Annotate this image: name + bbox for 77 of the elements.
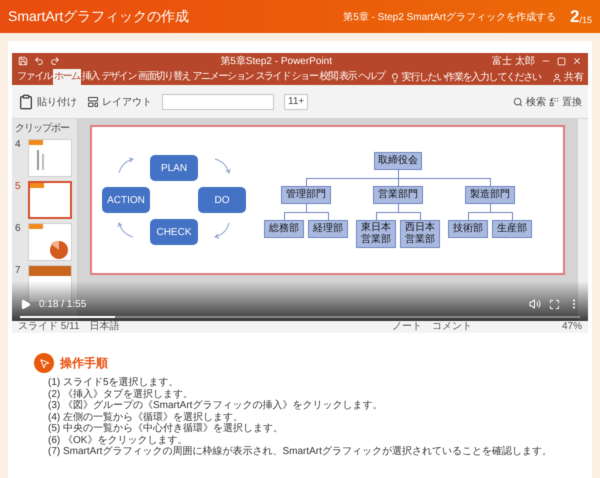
org-chart-node: 技術部 — [448, 220, 488, 238]
cycle-node: CHECK — [150, 219, 198, 245]
step-text: (2) 《挿入》タブを選択します。 — [47, 388, 194, 400]
search-button[interactable]: 検索 — [526, 94, 546, 108]
step-text: (3) 《図》グループの《SmartArtグラフィックの挿入》をクリックします。 — [47, 400, 384, 412]
org-chart-node: 東日本営業部 — [356, 220, 396, 248]
notes-button[interactable]: ノート — [392, 321, 422, 333]
ribbon-tab[interactable]: デザイン — [100, 69, 138, 85]
step-text: (1) スライド5を選択します。 — [47, 377, 180, 388]
fullscreen-icon[interactable] — [549, 298, 560, 310]
video-time: 0:18 / 1:55 — [39, 298, 86, 310]
user-name: 富士 太郎 — [492, 54, 535, 68]
slide-counter: スライド 5/11 — [18, 321, 80, 333]
layout-icon[interactable] — [87, 96, 99, 108]
org-chart-node: 管理部門 — [281, 186, 331, 204]
pointer-icon — [34, 353, 54, 373]
step-text: (7) SmartArtグラフィックの周囲に枠線が表示され、SmartArtグラフィックが選択されていることを確認します。 — [47, 446, 553, 458]
slide-number: 4 — [15, 139, 22, 150]
org-chart-node: 経理部 — [308, 220, 348, 238]
step-text: (5) 中央の一覧から《中心付き循環》を選択します。 — [47, 423, 284, 434]
save-icon[interactable] — [18, 56, 28, 66]
search-icon[interactable] — [513, 96, 523, 106]
ribbon-tab[interactable]: 画面切り替え — [137, 69, 192, 85]
lightbulb-icon — [390, 73, 400, 83]
ribbon-tab[interactable]: ホーム — [52, 69, 81, 85]
slide-number: 5 — [15, 181, 22, 192]
maximize-icon[interactable] — [557, 56, 566, 66]
font-size-field[interactable]: 11+ — [284, 94, 308, 110]
clipboard-icon[interactable] — [18, 94, 34, 110]
zoom-level: 47% — [562, 321, 582, 333]
org-chart-node: 生産部 — [492, 220, 532, 238]
layout-button[interactable]: レイアウト — [102, 94, 152, 108]
font-name-field[interactable] — [162, 94, 274, 110]
org-chart-node: 西日本営業部 — [400, 220, 440, 248]
language-label: 日本語 — [90, 321, 120, 333]
org-chart-node: 営業部門 — [373, 186, 423, 204]
page-title: SmartArtグラフィックの作成 — [8, 8, 190, 26]
slide-number: 6 — [15, 223, 22, 234]
paste-button[interactable]: 貼り付け — [37, 94, 77, 108]
play-icon[interactable] — [20, 298, 31, 310]
ribbon-tab[interactable]: スライド ショー — [254, 69, 319, 85]
org-chart-node: 取締役会 — [374, 152, 422, 170]
tell-me-field[interactable]: 実行したい作業を入力してください — [402, 71, 541, 85]
volume-icon[interactable] — [529, 298, 541, 310]
ribbon-tab[interactable]: 表示 — [338, 69, 358, 85]
redo-icon[interactable] — [50, 56, 60, 66]
window-title: 第5章Step2 - PowerPoint — [220, 54, 332, 68]
section-heading: 操作手順 — [60, 354, 108, 372]
ribbon-tab[interactable]: 校閲 — [318, 69, 338, 85]
cycle-arrow-icon — [116, 220, 136, 240]
ribbon-tab[interactable]: アニメーション — [191, 69, 254, 85]
ribbon-tab[interactable]: 挿入 — [80, 69, 100, 85]
org-chart-node: 製造部門 — [465, 186, 515, 204]
slide-number: 7 — [15, 265, 22, 276]
share-button[interactable]: 共有 — [564, 71, 584, 85]
scrollbar[interactable] — [577, 119, 588, 321]
slide-thumbnail[interactable] — [28, 181, 72, 219]
ribbon-tab[interactable]: ファイル — [16, 69, 53, 85]
cycle-node: PLAN — [150, 155, 198, 181]
page-number: 2 — [570, 6, 580, 26]
comments-button[interactable]: コメント — [432, 321, 472, 333]
cycle-node: ACTION — [102, 187, 150, 213]
cycle-arrow-icon — [212, 156, 232, 176]
cycle-node: DO — [198, 187, 246, 213]
chapter-breadcrumb: 第5章 - Step2 SmartArtグラフィックを作成する — [343, 10, 556, 24]
user-icon — [552, 73, 562, 83]
replace-button[interactable]: 置換 — [562, 94, 582, 108]
pane-label: クリップボー — [15, 122, 70, 135]
step-text: (4) 左側の一覧から《循環》を選択します。 — [47, 412, 244, 422]
undo-icon[interactable] — [34, 56, 44, 66]
org-chart-node: 総務部 — [264, 220, 304, 238]
page-total: /15 — [579, 14, 592, 24]
ribbon-tab[interactable]: ヘルプ — [357, 69, 386, 85]
step-text: (6) 《OK》をクリックします。 — [47, 434, 188, 446]
cycle-arrow-icon — [116, 156, 136, 176]
close-icon[interactable] — [572, 56, 582, 66]
replace-icon[interactable] — [549, 96, 559, 106]
